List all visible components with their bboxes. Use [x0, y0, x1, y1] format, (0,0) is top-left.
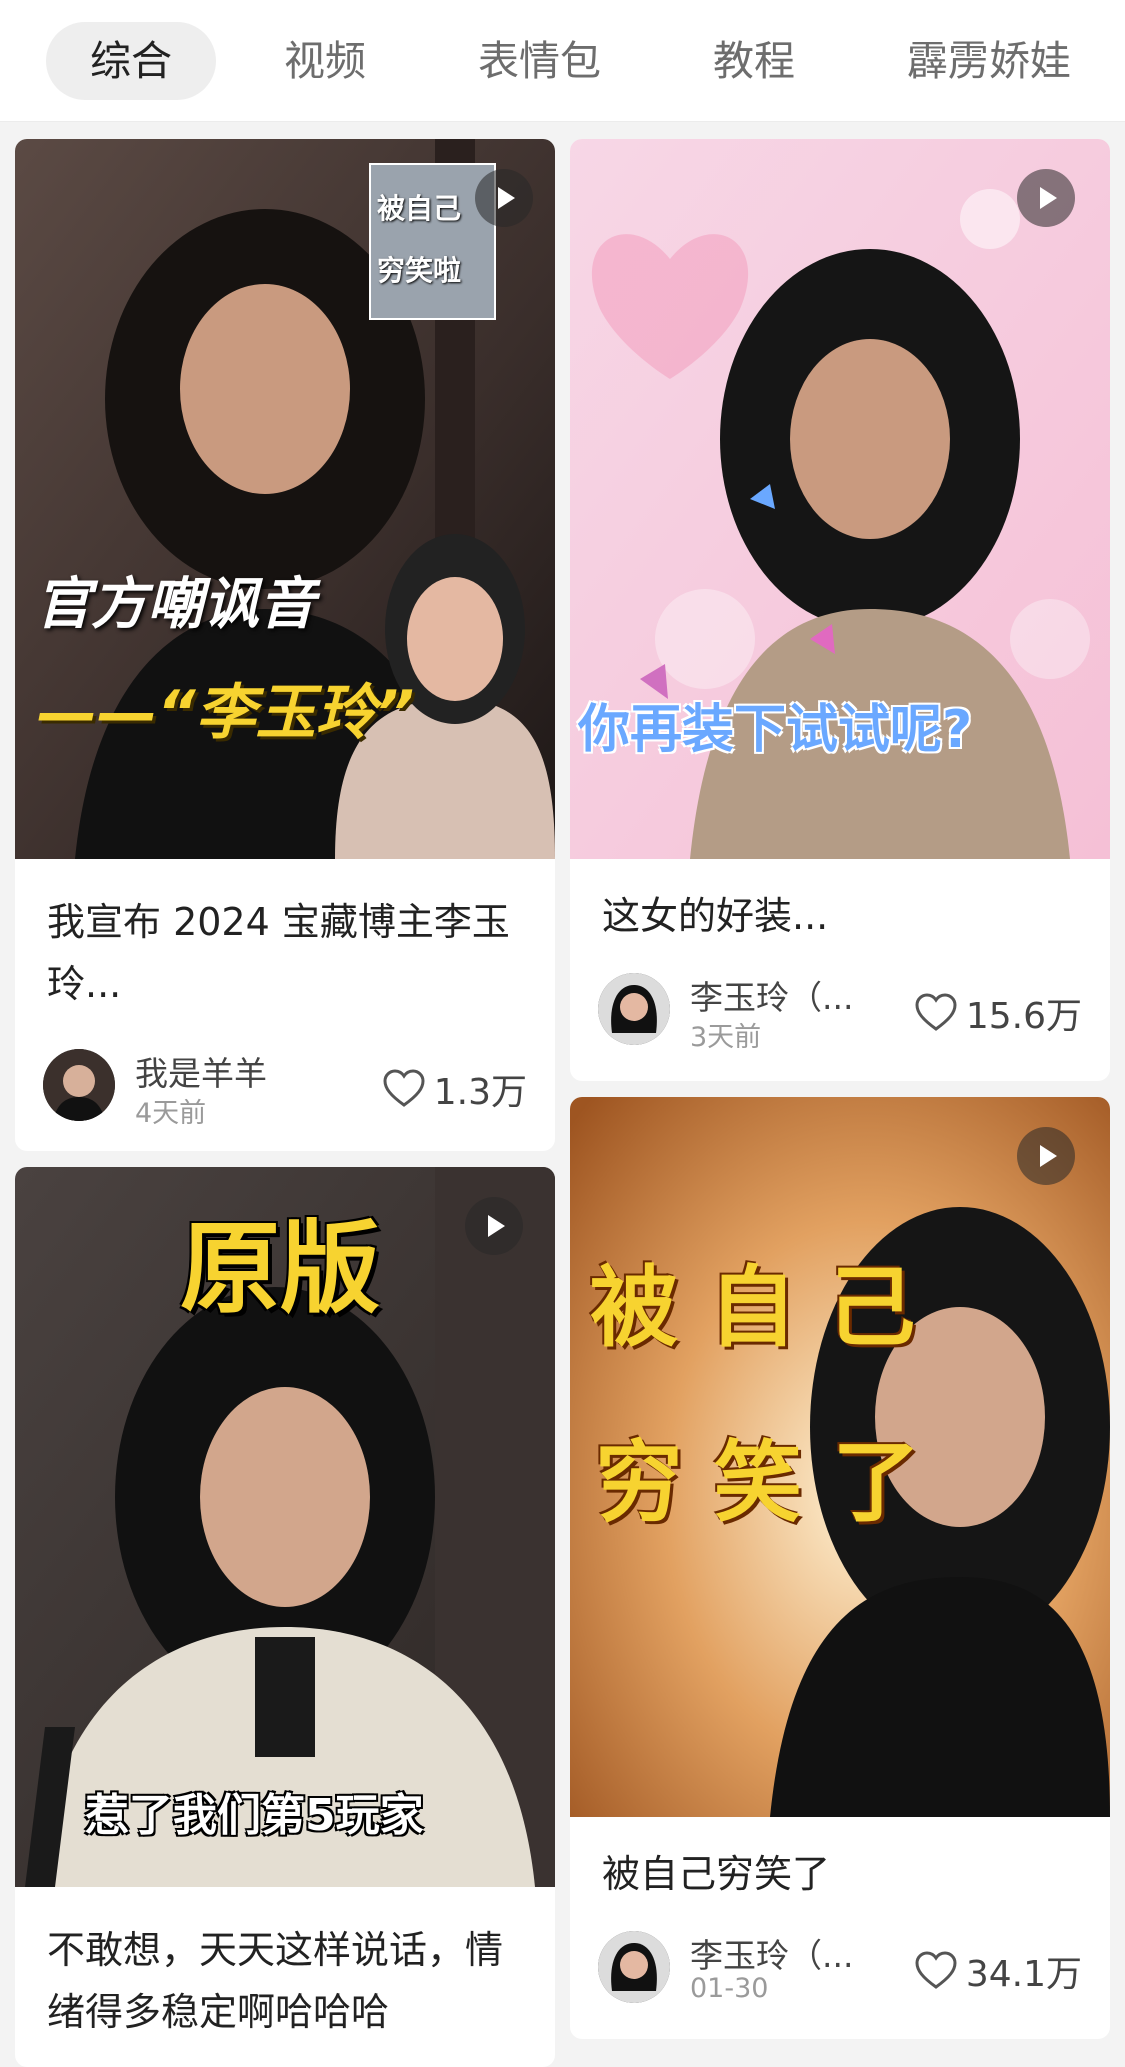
author-name[interactable]: 我是羊羊: [135, 1047, 267, 1095]
heart-outline-icon[interactable]: [914, 1951, 958, 1991]
post-date: 4天前: [135, 1098, 207, 1129]
cover-caption: 你再装下试试呢?: [578, 700, 973, 760]
play-icon[interactable]: [475, 169, 533, 227]
cover-image: [15, 139, 555, 859]
feed-card[interactable]: 官方嘲讽音 ——“李玉玲” 被自己 穷笑啦 我宣布 2024 宝藏博主李玉玲..…: [15, 139, 555, 1151]
card-title[interactable]: 不敢想，天天这样说话，情绪得多稳定啊哈哈哈: [47, 1919, 523, 2043]
inset-caption: 被自己: [377, 192, 462, 225]
video-cover[interactable]: 你再装下试试呢?: [570, 139, 1110, 859]
feed-card[interactable]: 被 自 己 穷 笑 了 被自己穷笑了 李玉玲（... 01-30 34.1万: [570, 1097, 1110, 2039]
cover-caption: 原版: [180, 1210, 380, 1327]
cover-caption: ——“李玉玲”: [37, 678, 415, 748]
play-icon[interactable]: [465, 1197, 523, 1255]
card-title[interactable]: 这女的好装...: [602, 885, 1078, 947]
card-meta: 李玉玲（... 3天前 15.6万: [598, 971, 1082, 1053]
card-title[interactable]: 我宣布 2024 宝藏博主李玉玲...: [47, 891, 523, 1015]
tab-tutorials[interactable]: 教程: [669, 22, 839, 100]
like-count-text: 1.3万: [433, 1072, 527, 1113]
cover-caption: 官方嘲讽音: [35, 572, 315, 637]
card-meta: 李玉玲（... 01-30 34.1万: [598, 1929, 1082, 2005]
card-meta: 我是羊羊 4天前 1.3万: [43, 1047, 527, 1129]
like-count[interactable]: 15.6万: [914, 987, 1082, 1039]
post-date: 01-30: [690, 1973, 769, 2004]
avatar[interactable]: [598, 973, 670, 1045]
cover-caption: 惹了我们第5玩家: [85, 1790, 424, 1841]
like-count[interactable]: 1.3万: [382, 1063, 527, 1115]
cover-caption: 被 自 己: [590, 1256, 916, 1359]
tab-charlies-angels[interactable]: 霹雳娇娃: [863, 22, 1115, 100]
tab-stickers[interactable]: 表情包: [434, 22, 645, 100]
heart-outline-icon[interactable]: [914, 993, 958, 1033]
like-count[interactable]: 34.1万: [914, 1945, 1082, 1997]
like-count-text: 34.1万: [965, 1954, 1082, 1995]
author-name[interactable]: 李玉玲（...: [690, 971, 853, 1019]
video-cover[interactable]: 官方嘲讽音 ——“李玉玲” 被自己 穷笑啦: [15, 139, 555, 859]
play-icon[interactable]: [1017, 1127, 1075, 1185]
feed-card[interactable]: 你再装下试试呢? 这女的好装... 李玉玲（... 3天前 15.6万: [570, 139, 1110, 1081]
category-tabs: 综合 视频 表情包 教程 霹雳娇娃: [0, 0, 1125, 122]
cover-caption: 穷 笑 了: [595, 1431, 921, 1534]
avatar[interactable]: [43, 1049, 115, 1121]
like-count-text: 15.6万: [965, 996, 1082, 1037]
play-icon[interactable]: [1017, 169, 1075, 227]
post-date: 3天前: [690, 1022, 762, 1053]
inset-caption: 穷笑啦: [377, 254, 462, 287]
tab-videos[interactable]: 视频: [240, 22, 410, 100]
video-cover[interactable]: 原版 惹了我们第5玩家: [15, 1167, 555, 1887]
author-name[interactable]: 李玉玲（...: [690, 1929, 853, 1977]
avatar[interactable]: [598, 1931, 670, 2003]
heart-outline-icon[interactable]: [382, 1069, 426, 1109]
feed-card[interactable]: 原版 惹了我们第5玩家 不敢想，天天这样说话，情绪得多稳定啊哈哈哈: [15, 1167, 555, 2067]
video-cover[interactable]: 被 自 己 穷 笑 了: [570, 1097, 1110, 1817]
tab-all[interactable]: 综合: [46, 21, 216, 100]
card-title[interactable]: 被自己穷笑了: [602, 1843, 1078, 1905]
